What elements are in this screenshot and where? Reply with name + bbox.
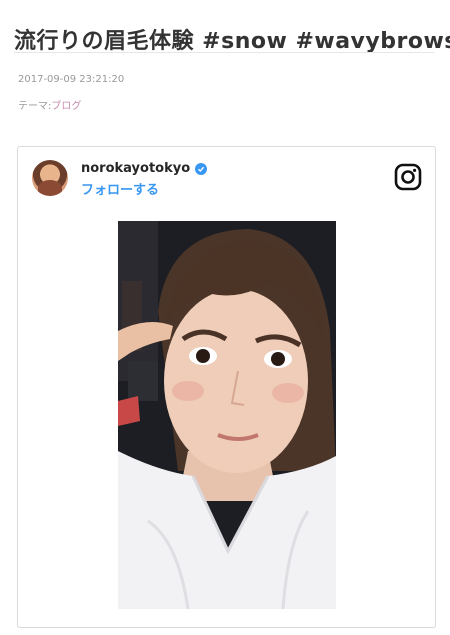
theme-label: テーマ: xyxy=(18,101,52,112)
instagram-icon[interactable] xyxy=(394,163,422,191)
post-title: 流行りの眉毛体験 #snow #wavybrows xyxy=(14,28,450,54)
username-text: norokayotokyo xyxy=(81,161,191,176)
follow-button[interactable]: フォローする xyxy=(81,179,159,198)
instagram-embed: norokayotokyo フォローする xyxy=(17,146,436,628)
post-theme: テーマ:ブログ xyxy=(18,97,81,112)
avatar[interactable] xyxy=(32,160,68,196)
verified-icon xyxy=(195,162,208,175)
post-photo[interactable] xyxy=(118,221,336,609)
theme-link[interactable]: ブログ xyxy=(51,101,81,112)
instagram-username[interactable]: norokayotokyo xyxy=(81,161,208,176)
post-date: 2017-09-09 23:21:20 xyxy=(18,74,125,85)
title-divider xyxy=(14,52,434,53)
